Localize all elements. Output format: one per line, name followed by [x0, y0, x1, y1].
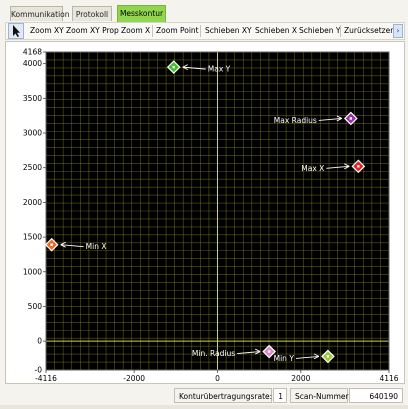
y-tick-label: 3500 — [23, 94, 42, 103]
tab-bar: Kommunikation Protokoll Messkontur — [0, 0, 408, 22]
zoom-xy-button[interactable]: Zoom XY — [30, 23, 64, 39]
data-point-center — [326, 355, 330, 358]
tab-label: Protokoll — [75, 10, 109, 19]
tab-kommunikation[interactable]: Kommunikation — [10, 6, 70, 21]
point-label: Max X — [301, 164, 324, 173]
y-tick-label: 500 — [28, 302, 43, 311]
scan-label: Scan-Nummer: — [290, 388, 351, 403]
scan-value: 640190 — [349, 388, 403, 403]
bottom-border — [0, 405, 408, 409]
toolbar-scroll-right-icon[interactable]: › — [393, 24, 403, 38]
tab-protokoll[interactable]: Protokoll — [72, 6, 112, 21]
rate-label: Konturübertragungsrate: — [174, 388, 272, 403]
point-label: Min Y — [274, 354, 295, 363]
point-label: Min X — [86, 242, 107, 251]
toolbar: Zoom XY Zoom XY Prop Zoom X Zoom Point S… — [5, 22, 405, 40]
schieben-y-button[interactable]: Schieben Y — [299, 23, 340, 39]
schieben-x-button[interactable]: Schieben X — [255, 23, 297, 39]
data-point-center — [50, 243, 53, 246]
y-tick-label: 3000 — [23, 129, 42, 138]
chart-panel[interactable]: 0 500 1000 1500 2000 2500 3000 3500 4000 4168 -0 -4… — [5, 41, 405, 384]
point-label: Min. Radius — [192, 349, 235, 358]
pointer-tool-button[interactable] — [8, 23, 24, 39]
x-tick-label: -4116 — [35, 374, 57, 383]
x-tick-label: 4116 — [379, 374, 398, 383]
zoom-xy-prop-button[interactable]: Zoom XY Prop — [66, 23, 119, 39]
zuruecksetzen-button[interactable]: Zurücksetzen — [344, 23, 395, 39]
data-point-center — [349, 117, 353, 120]
y-tick-label: 2500 — [23, 163, 42, 172]
y-tick-label: 2000 — [23, 198, 42, 207]
schieben-xy-button[interactable]: Schieben XY — [205, 23, 252, 39]
cursor-icon — [13, 25, 20, 37]
x-tick-label: 2000 — [291, 374, 310, 383]
point-label: Max Radius — [274, 116, 317, 125]
data-point-center — [267, 350, 271, 353]
toolbar-separator — [340, 25, 341, 37]
status-bar: Konturübertragungsrate: 1 Scan-Nummer: 6… — [0, 386, 408, 406]
y-tick-label: 0 — [37, 337, 42, 346]
toolbar-separator — [152, 25, 153, 37]
data-point-center — [172, 65, 175, 69]
y-tick-label: 1500 — [23, 233, 42, 242]
tab-label: Messkontur — [119, 9, 164, 18]
data-point-center — [357, 165, 360, 168]
toolbar-separator — [200, 25, 201, 37]
scatter-chart[interactable]: 050010001500200025003000350040004168-0-4… — [6, 42, 404, 384]
tab-messkontur[interactable]: Messkontur — [117, 5, 166, 22]
point-label: Max Y — [208, 65, 231, 74]
tab-label: Kommunikation — [11, 10, 70, 19]
zoom-x-button[interactable]: Zoom X — [121, 23, 150, 39]
y-tick-label: 1000 — [23, 267, 42, 276]
x-tick-label: -2000 — [123, 374, 145, 383]
y-tick-label: 4000 — [23, 59, 42, 68]
rate-value: 1 — [273, 388, 287, 403]
zoom-point-button[interactable]: Zoom Point — [156, 23, 199, 39]
x-tick-label: 0 — [215, 374, 220, 383]
y-tick-label: 4168 — [23, 48, 42, 57]
